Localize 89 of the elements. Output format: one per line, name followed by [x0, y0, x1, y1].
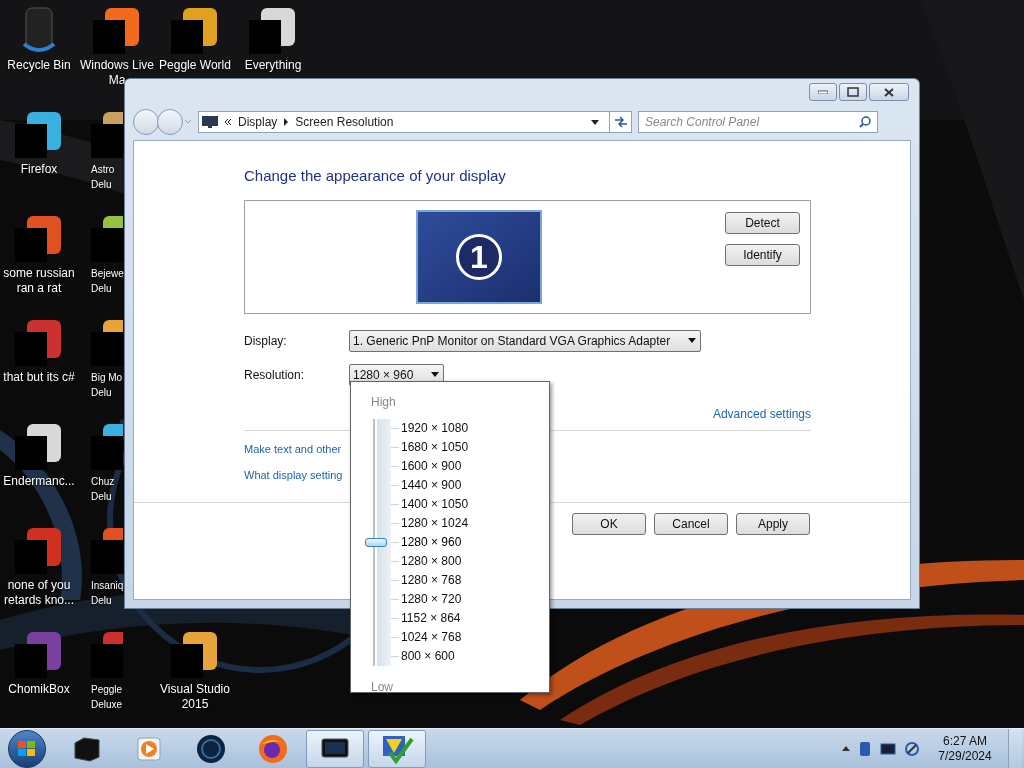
- icon-label[interactable]: Astro Delu: [91, 162, 124, 192]
- double-chevron-icon: [224, 118, 232, 126]
- breadcrumb[interactable]: Display: [238, 113, 278, 131]
- monitor-icon: [202, 116, 218, 128]
- icon-label[interactable]: none of you retards kno...: [0, 578, 78, 608]
- icon-label[interactable]: ChomikBox: [0, 682, 78, 697]
- icon-label[interactable]: Recycle Bin: [0, 58, 78, 73]
- icon-label[interactable]: Big Mo Delu: [91, 370, 124, 400]
- resolution-option[interactable]: 1280 × 960: [401, 533, 469, 552]
- advanced-settings-link[interactable]: Advanced settings: [712, 404, 811, 423]
- icon-label[interactable]: some russian ran a rat: [0, 266, 78, 296]
- start-button[interactable]: [8, 729, 46, 768]
- clock-time: 6:27 AM: [943, 733, 987, 749]
- help-link[interactable]: Make text and other: [244, 440, 342, 457]
- field-label: Display:: [244, 332, 288, 350]
- icon-label[interactable]: Chuz Delu: [91, 474, 124, 504]
- side-button[interactable]: Detect: [725, 211, 800, 234]
- icon-label[interactable]: Visual Studio 2015: [156, 682, 234, 712]
- high-label: High: [371, 394, 396, 411]
- clock[interactable]: 6:27 AM 7/29/2024: [934, 733, 996, 764]
- resolution-option[interactable]: 1400 × 1050: [401, 495, 469, 514]
- search-icon: [859, 116, 871, 128]
- slider-thumb[interactable]: [365, 538, 387, 547]
- app-icon[interactable]: [249, 6, 297, 56]
- icon-label[interactable]: Windows Live Ma: [78, 58, 156, 88]
- globe-icon: [196, 733, 226, 764]
- windows-logo-icon: [18, 740, 36, 757]
- resolution-option[interactable]: 800 × 600: [401, 647, 469, 666]
- cube-icon: [72, 734, 102, 763]
- tray-icon[interactable]: [858, 740, 872, 757]
- up-arrow-icon[interactable]: [842, 746, 850, 751]
- help-link[interactable]: What display setting: [244, 467, 343, 484]
- icon-label[interactable]: Endermanc...: [0, 474, 78, 489]
- dropdown-arrow-icon[interactable]: [591, 119, 599, 125]
- icon-label[interactable]: Bejewe Delu: [91, 266, 124, 296]
- slider-track[interactable]: [365, 419, 401, 666]
- app-icon[interactable]: [171, 6, 219, 56]
- minimize-button[interactable]: [809, 83, 837, 101]
- dialog-button[interactable]: OK: [572, 512, 646, 535]
- page-heading: Change the appearance of your display: [244, 166, 507, 186]
- dialog-button[interactable]: Cancel: [654, 512, 728, 535]
- play-icon: [136, 734, 162, 763]
- taskbar-button[interactable]: [306, 729, 364, 768]
- resolution-option[interactable]: 1280 × 1024: [401, 514, 469, 533]
- firefox-icon: [258, 733, 288, 764]
- low-label: Low: [371, 679, 393, 696]
- maximize-button[interactable]: [839, 83, 867, 101]
- resolution-option[interactable]: 1280 × 768: [401, 571, 469, 590]
- side-button[interactable]: Identify: [725, 243, 800, 266]
- app-icon[interactable]: [15, 110, 63, 160]
- resolution-option[interactable]: 1280 × 720: [401, 590, 469, 609]
- resolution-option[interactable]: 1024 × 768: [401, 628, 469, 647]
- breadcrumb[interactable]: Screen Resolution: [295, 113, 394, 131]
- icon-label[interactable]: Peggle Deluxe: [91, 682, 124, 712]
- resolution-option[interactable]: 1280 × 800: [401, 552, 469, 571]
- clock-date: 7/29/2024: [938, 748, 992, 764]
- app-icon[interactable]: [15, 422, 63, 472]
- restore-icon: [847, 87, 859, 97]
- select-value: 1280 × 960: [353, 366, 414, 384]
- monitor-tile[interactable]: 1: [416, 209, 542, 304]
- resolution-option[interactable]: 1440 × 900: [401, 476, 469, 495]
- search-field[interactable]: Search Control Panel: [638, 111, 878, 133]
- select-value: 1. Generic PnP Monitor on Standard VGA Graphics Adapter: [353, 332, 671, 350]
- resolution-option[interactable]: 1152 × 864: [401, 609, 469, 628]
- monitor-icon[interactable]: [880, 741, 896, 756]
- dropdown-arrow-icon: [431, 372, 440, 377]
- icon-label[interactable]: Insaniq Delu: [91, 578, 124, 608]
- resolution-option[interactable]: 1600 × 900: [401, 457, 469, 476]
- icon-label[interactable]: Peggle World: [156, 58, 234, 73]
- search-placeholder: Search Control Panel: [645, 114, 760, 131]
- resolution-option[interactable]: 1680 × 1050: [401, 438, 469, 457]
- icon-label[interactable]: Firefox: [0, 162, 78, 177]
- icon-label[interactable]: that but its c#: [0, 370, 78, 385]
- dropdown-arrow-icon: [688, 338, 697, 343]
- network-icon[interactable]: [904, 740, 920, 757]
- app-icon[interactable]: [171, 630, 219, 680]
- field-label: Resolution:: [244, 366, 306, 384]
- icon-label[interactable]: Everything: [234, 58, 312, 73]
- address-bar[interactable]: Display Screen Resolution: [198, 111, 632, 133]
- chevron-icon: [283, 118, 290, 126]
- minimize-icon: [818, 90, 828, 94]
- close-icon: [884, 87, 894, 97]
- select-field[interactable]: 1. Generic PnP Monitor on Standard VGA Graphics Adapter: [349, 329, 702, 352]
- monitor-number: 1: [456, 233, 502, 280]
- app-icon[interactable]: [93, 6, 141, 56]
- resolution-option[interactable]: 1920 × 1080: [401, 419, 469, 438]
- refresh-icon: [613, 116, 628, 128]
- dialog-button[interactable]: Apply: [736, 512, 810, 535]
- close-button[interactable]: [869, 83, 909, 101]
